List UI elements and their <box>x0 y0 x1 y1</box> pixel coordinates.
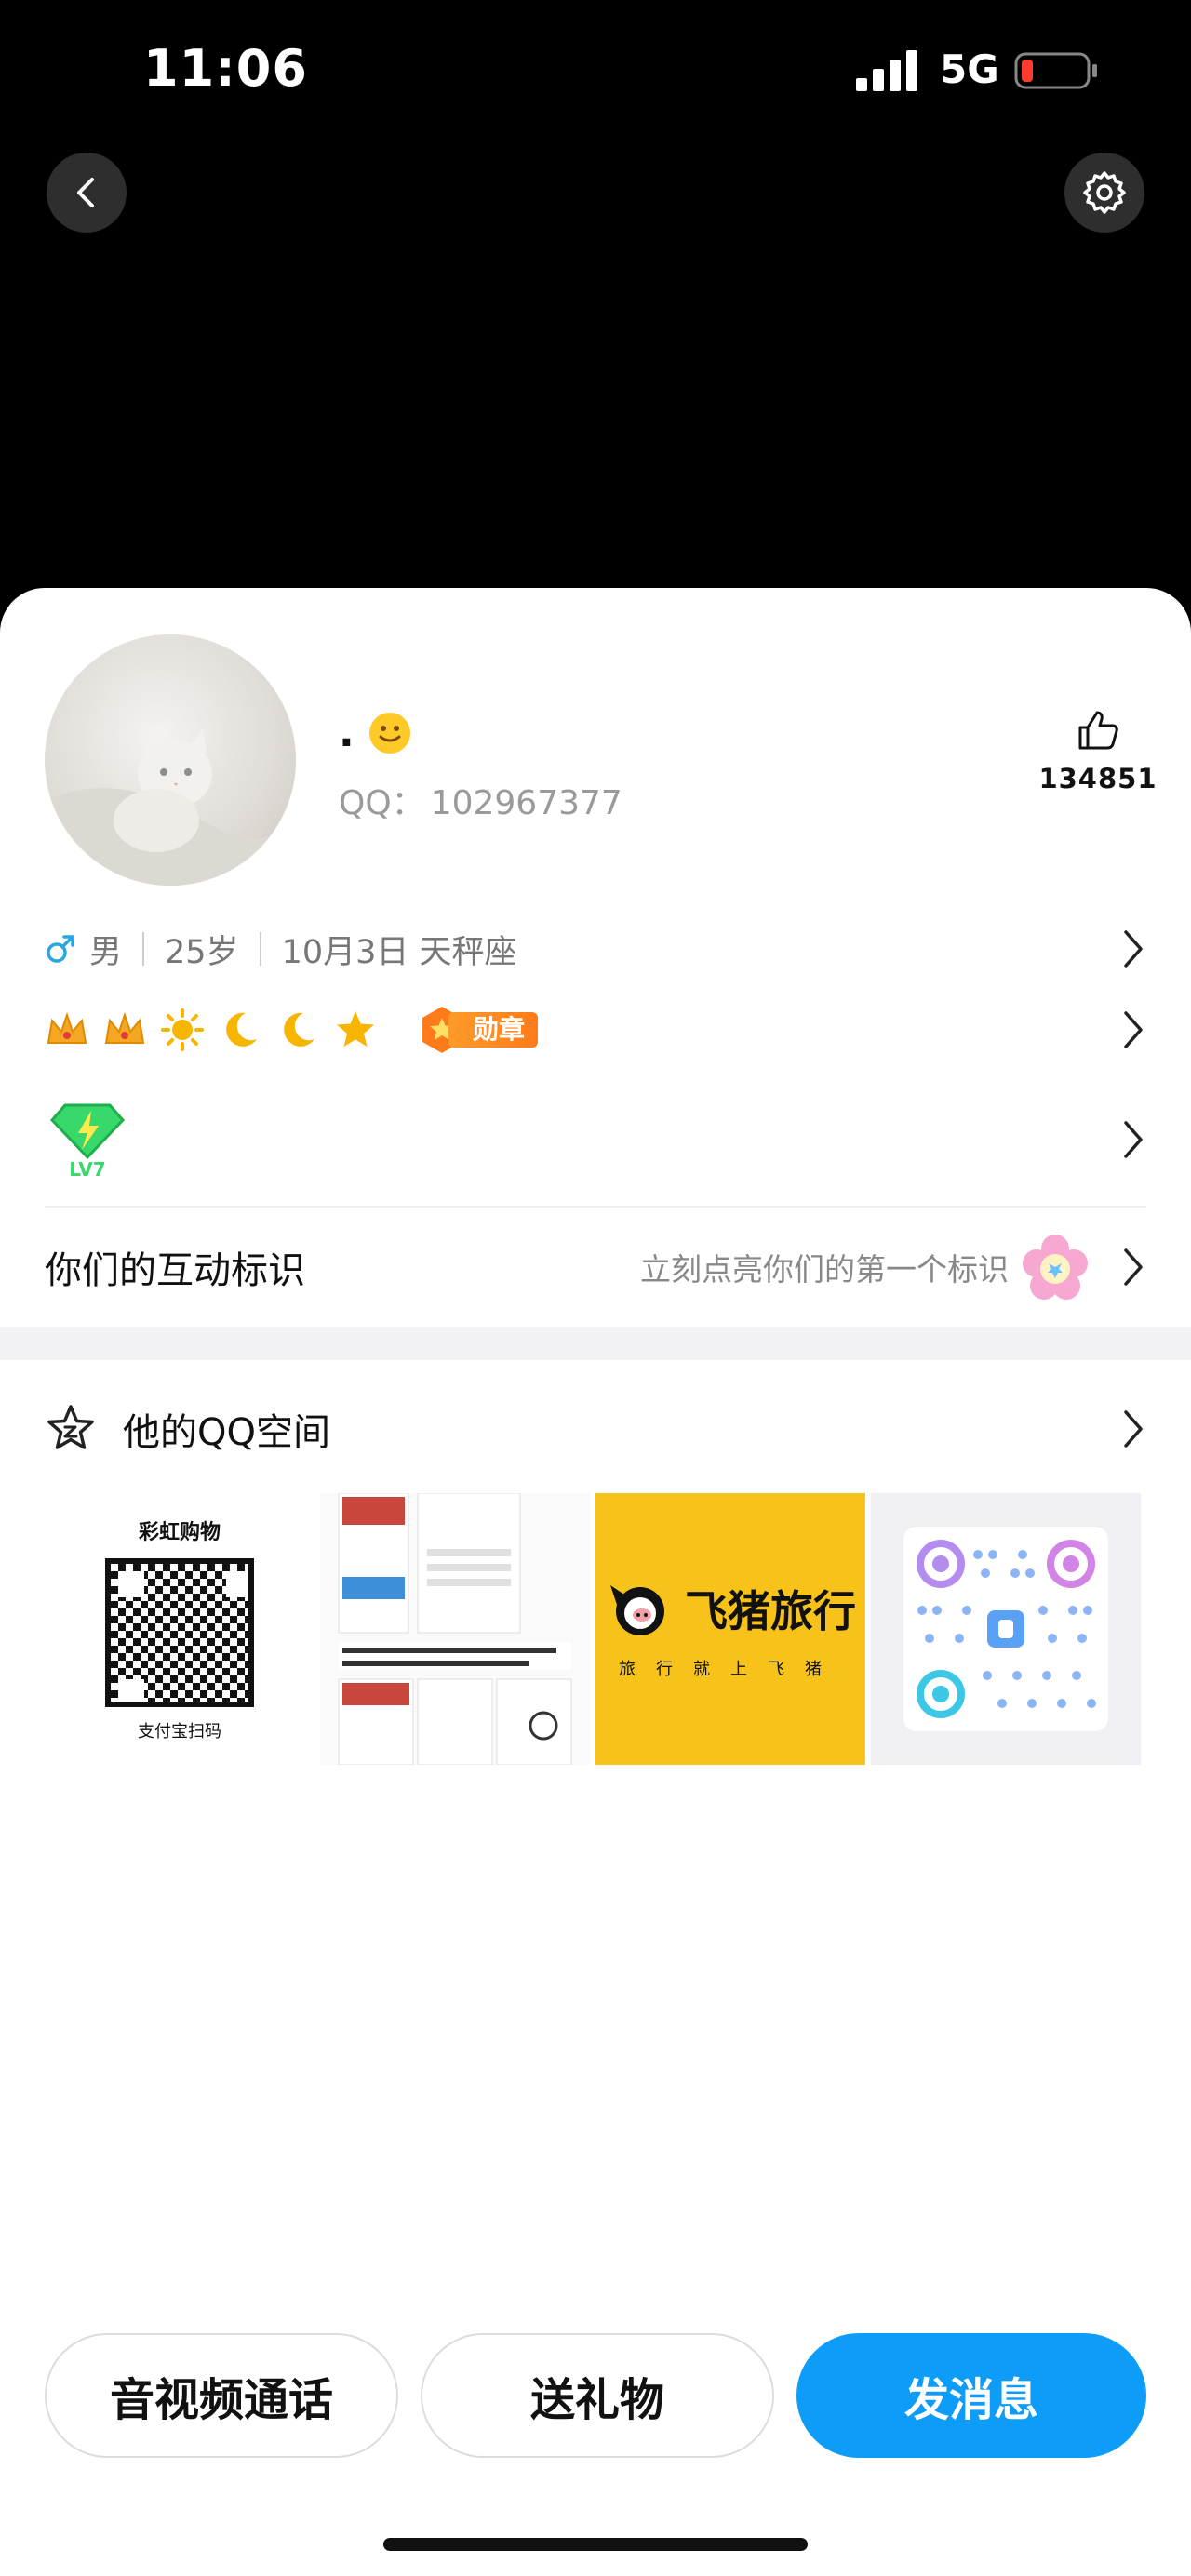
interaction-mark-hint: 立刻点亮你们的第一个标识 <box>640 1232 1091 1302</box>
birthday-text: 10月3日 天秤座 <box>281 933 517 971</box>
smiley-icon <box>368 712 410 754</box>
male-icon <box>47 935 74 963</box>
battery-icon <box>1014 52 1097 89</box>
interaction-mark-row[interactable]: 你们的互动标识 立刻点亮你们的第一个标识 <box>45 1228 1146 1306</box>
fliggy-title: 飞猪旅行 <box>605 1578 856 1639</box>
chevron-left-icon <box>77 178 94 207</box>
qzone-thumbnails: 彩虹购物 支付宝扫码 飞猪旅行 旅行就上飞猪 <box>45 1493 1146 1765</box>
send-message-button[interactable]: 发消息 <box>796 2333 1146 2458</box>
fliggy-title-text: 飞猪旅行 <box>685 1586 856 1636</box>
qzone-thumbnail[interactable] <box>871 1493 1141 1765</box>
divider <box>45 1206 1146 1208</box>
send-gift-button[interactable]: 送礼物 <box>421 2333 774 2458</box>
qq-number-line: QQ： 102967377 <box>339 776 622 824</box>
gear-icon <box>1083 171 1126 214</box>
qq-label: QQ： <box>339 784 425 822</box>
interaction-mark-hint-text: 立刻点亮你们的第一个标识 <box>640 1251 1009 1288</box>
qzone-thumbnail[interactable] <box>320 1493 590 1765</box>
av-call-button[interactable]: 音视频通话 <box>45 2333 398 2458</box>
qzone-row[interactable]: 他的QQ空间 <box>45 1394 1146 1464</box>
green-diamond-icon: LV7 <box>49 1103 126 1180</box>
name-row: . <box>339 709 412 756</box>
settings-button[interactable] <box>1064 153 1144 233</box>
gender-text: 男 <box>89 933 123 971</box>
moon-icon <box>226 1012 257 1047</box>
qq-number: 102967377 <box>430 784 622 822</box>
back-button[interactable] <box>47 153 127 233</box>
thumbs-up-icon <box>1078 711 1118 750</box>
separator <box>259 932 261 966</box>
interaction-mark-title: 你们的互动标识 <box>45 1249 305 1292</box>
qzone-thumbnail[interactable]: 飞猪旅行 旅行就上飞猪 <box>596 1493 865 1765</box>
colorful-qr-code-image <box>903 1527 1108 1731</box>
signal-icon <box>856 50 917 91</box>
qzone-thumbnail[interactable]: 彩虹购物 支付宝扫码 <box>45 1493 314 1765</box>
chevron-right-icon <box>1124 930 1143 968</box>
qzone-star-icon <box>47 1405 94 1449</box>
like-count: 134851 <box>1038 763 1158 794</box>
svg-text:LV7: LV7 <box>69 1158 105 1180</box>
age-text: 25岁 <box>165 933 239 971</box>
medal-tag[interactable]: 勋章 <box>419 1005 539 1055</box>
qr-code-image <box>105 1558 254 1707</box>
status-bar: 11:06 5G <box>0 0 1191 140</box>
nickname: . <box>339 709 355 756</box>
chevron-right-icon <box>1124 1121 1143 1158</box>
network-type: 5G <box>940 47 999 92</box>
status-time: 11:06 <box>143 39 308 98</box>
home-indicator[interactable] <box>383 2538 808 2551</box>
vip-gem-row[interactable]: LV7 <box>45 1098 1146 1181</box>
basic-info-row[interactable]: 男 25岁 10月3日 天秤座 <box>45 921 1146 977</box>
star-icon <box>337 1011 374 1047</box>
crown-icon <box>47 1011 87 1044</box>
fliggy-pig-icon <box>610 1585 664 1635</box>
cat-photo <box>45 727 296 886</box>
chevron-right-icon <box>1124 1011 1143 1048</box>
bottom-action-bar: 音视频通话 送礼物 发消息 <box>45 2333 1146 2458</box>
separator <box>142 932 145 966</box>
sun-icon <box>161 1008 204 1051</box>
medal-label: 勋章 <box>448 1012 539 1048</box>
thumbnail-caption-top: 彩虹购物 <box>138 1521 221 1544</box>
chevron-right-icon <box>1124 1248 1143 1286</box>
crown-icon <box>104 1011 145 1044</box>
level-badges-row[interactable]: 勋章 <box>45 1001 1146 1059</box>
qzone-title: 他的QQ空间 <box>123 1411 330 1454</box>
moon-icon <box>284 1012 314 1047</box>
like-button[interactable]: 134851 <box>1033 709 1163 794</box>
thumbnail-caption-bottom: 支付宝扫码 <box>138 1722 221 1742</box>
fliggy-subtitle: 旅行就上飞猪 <box>619 1660 842 1679</box>
screenshot-collage-image <box>338 1493 572 1765</box>
avatar[interactable] <box>45 634 296 886</box>
chevron-right-icon <box>1124 1410 1143 1448</box>
section-gap <box>0 1327 1191 1360</box>
flower-icon <box>1023 1235 1088 1300</box>
